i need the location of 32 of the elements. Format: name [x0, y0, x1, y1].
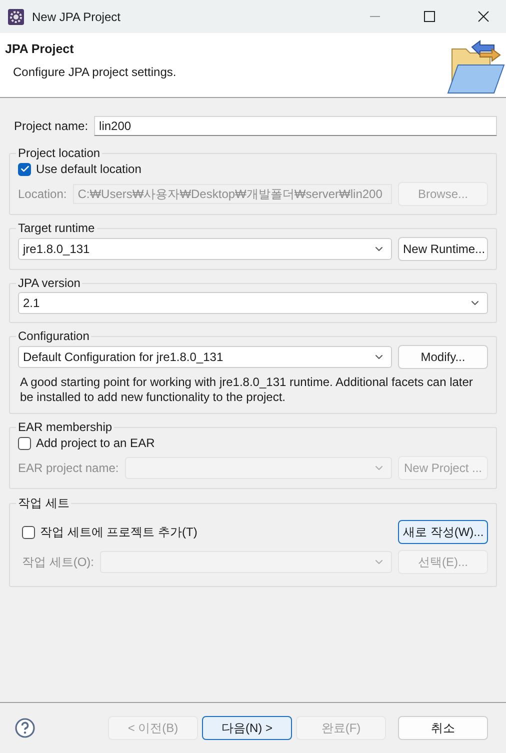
page-description: Configure JPA project settings. [12, 65, 176, 79]
group-title: Project location [17, 146, 102, 160]
group-title: JPA version [17, 276, 82, 290]
version-dropdown[interactable]: 2.1 [18, 292, 488, 314]
configuration-description: A good starting point for working with jre1.8.0_131 runtime. Additional facets can later be installed to add new functionality to the project. [19, 375, 474, 405]
checkbox[interactable]: Add project to an EAR [18, 436, 488, 450]
new-working-set-button[interactable]: 새로 작성(W)... [398, 520, 488, 544]
group-title: 작업 세트 [17, 495, 70, 512]
new-runtime-button[interactable]: New Runtime... [398, 237, 488, 261]
group-title: Configuration [17, 329, 90, 343]
field-label: Location: [18, 187, 67, 201]
modify-button[interactable]: Modify... [398, 345, 488, 369]
configuration-dropdown[interactable]: Default Configuration for jre1.8.0_131 [18, 346, 392, 368]
project-name-field[interactable]: lin200 [94, 116, 497, 136]
app-icon [8, 8, 24, 24]
field-label: EAR project name: [18, 461, 119, 475]
minimize-icon[interactable] [370, 16, 380, 17]
checkbox[interactable]: Use default location [18, 162, 488, 176]
window-title: New JPA Project [32, 10, 122, 24]
wizard-button[interactable]: 취소 [398, 716, 488, 740]
group-title: EAR membership [17, 420, 114, 434]
page-title: JPA Project [5, 42, 75, 56]
close-icon[interactable] [478, 11, 488, 22]
wizard-button[interactable]: 다음(N) > [202, 716, 292, 740]
field-label: Project name: [14, 119, 88, 133]
field-label: 작업 세트(O): [22, 554, 94, 570]
help-icon [15, 718, 35, 738]
runtime-dropdown[interactable]: jre1.8.0_131 [18, 238, 392, 260]
maximize-icon[interactable] [424, 11, 434, 22]
check-icon [20, 164, 30, 174]
checkbox[interactable]: 작업 세트에 프로젝트 추가(T) [22, 524, 198, 540]
group-title: Target runtime [17, 221, 96, 235]
